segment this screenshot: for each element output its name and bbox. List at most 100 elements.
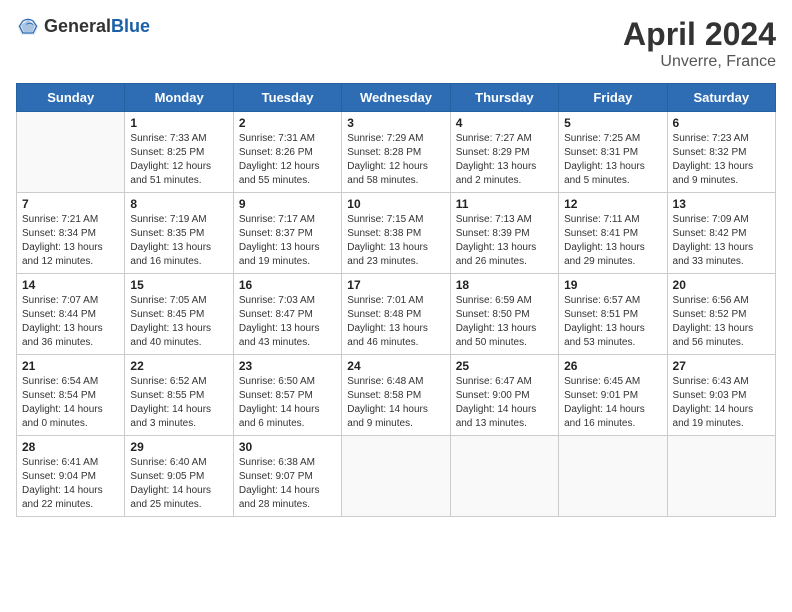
calendar-table: SundayMondayTuesdayWednesdayThursdayFrid… [16, 83, 776, 517]
calendar-day-cell: 17 Sunrise: 7:01 AM Sunset: 8:48 PM Dayli… [342, 274, 450, 355]
day-info: Sunrise: 7:23 AM Sunset: 8:32 PM Dayligh… [673, 132, 770, 188]
calendar-day-cell: 3 Sunrise: 7:29 AM Sunset: 8:28 PM Daylig… [342, 112, 450, 193]
day-info: Sunrise: 6:50 AM Sunset: 8:57 PM Dayligh… [239, 375, 336, 431]
day-info: Sunrise: 6:38 AM Sunset: 9:07 PM Dayligh… [239, 456, 336, 512]
day-info: Sunrise: 6:52 AM Sunset: 8:55 PM Dayligh… [130, 375, 227, 431]
weekday-header-wednesday: Wednesday [342, 84, 450, 112]
day-info: Sunrise: 6:40 AM Sunset: 9:05 PM Dayligh… [130, 456, 227, 512]
day-info: Sunrise: 7:31 AM Sunset: 8:26 PM Dayligh… [239, 132, 336, 188]
day-info: Sunrise: 7:07 AM Sunset: 8:44 PM Dayligh… [22, 294, 119, 350]
weekday-header-tuesday: Tuesday [233, 84, 341, 112]
day-number: 12 [564, 197, 661, 211]
logo-general-text: GeneralBlue [44, 16, 150, 37]
day-info: Sunrise: 7:01 AM Sunset: 8:48 PM Dayligh… [347, 294, 444, 350]
day-info: Sunrise: 7:13 AM Sunset: 8:39 PM Dayligh… [456, 213, 553, 269]
calendar-day-cell: 27Sunrise: 6:43 AM Sunset: 9:03 PM Dayli… [667, 355, 775, 436]
location-title: Unverre, France [623, 53, 776, 71]
calendar-day-cell: 29 Sunrise: 6:40 AM Sunset: 9:05 PM Dayli… [125, 436, 233, 517]
calendar-week-row: 7 Sunrise: 7:21 AM Sunset: 8:34 PM Daylig… [17, 193, 776, 274]
day-info: Sunrise: 7:03 AM Sunset: 8:47 PM Dayligh… [239, 294, 336, 350]
day-info: Sunrise: 6:48 AM Sunset: 8:58 PM Dayligh… [347, 375, 444, 431]
calendar-week-row: 21 Sunrise: 6:54 AM Sunset: 8:54 PM Dayli… [17, 355, 776, 436]
day-info: Sunrise: 6:59 AM Sunset: 8:50 PM Dayligh… [456, 294, 553, 350]
day-number: 29 [130, 440, 227, 454]
calendar-day-cell: 18 Sunrise: 6:59 AM Sunset: 8:50 PM Dayli… [450, 274, 558, 355]
generalblue-logo-icon [16, 17, 40, 37]
day-number: 20 [673, 278, 770, 292]
calendar-day-cell: 5 Sunrise: 7:25 AM Sunset: 8:31 PM Daylig… [559, 112, 667, 193]
calendar-day-cell: 13Sunrise: 7:09 AM Sunset: 8:42 PM Dayli… [667, 193, 775, 274]
calendar-day-cell: 9 Sunrise: 7:17 AM Sunset: 8:37 PM Daylig… [233, 193, 341, 274]
calendar-day-cell [17, 112, 125, 193]
weekday-header-thursday: Thursday [450, 84, 558, 112]
day-number: 21 [22, 359, 119, 373]
day-number: 2 [239, 116, 336, 130]
calendar-week-row: 14 Sunrise: 7:07 AM Sunset: 8:44 PM Dayli… [17, 274, 776, 355]
calendar-day-cell: 15Sunrise: 7:05 AM Sunset: 8:45 PM Dayli… [125, 274, 233, 355]
calendar-day-cell: 22 Sunrise: 6:52 AM Sunset: 8:55 PM Dayli… [125, 355, 233, 436]
day-info: Sunrise: 7:11 AM Sunset: 8:41 PM Dayligh… [564, 213, 661, 269]
calendar-day-cell: 25 Sunrise: 6:47 AM Sunset: 9:00 PM Dayli… [450, 355, 558, 436]
day-number: 27 [673, 359, 770, 373]
day-number: 4 [456, 116, 553, 130]
calendar-day-cell: 16 Sunrise: 7:03 AM Sunset: 8:47 PM Dayli… [233, 274, 341, 355]
day-number: 6 [673, 116, 770, 130]
day-info: Sunrise: 7:21 AM Sunset: 8:34 PM Dayligh… [22, 213, 119, 269]
day-number: 23 [239, 359, 336, 373]
month-title: April 2024 [623, 16, 776, 53]
weekday-header-monday: Monday [125, 84, 233, 112]
calendar-day-cell: 4Sunrise: 7:27 AM Sunset: 8:29 PM Daylig… [450, 112, 558, 193]
calendar-day-cell: 11 Sunrise: 7:13 AM Sunset: 8:39 PM Dayli… [450, 193, 558, 274]
calendar-day-cell: 12 Sunrise: 7:11 AM Sunset: 8:41 PM Dayli… [559, 193, 667, 274]
day-info: Sunrise: 7:19 AM Sunset: 8:35 PM Dayligh… [130, 213, 227, 269]
calendar-day-cell [342, 436, 450, 517]
day-number: 9 [239, 197, 336, 211]
day-info: Sunrise: 7:09 AM Sunset: 8:42 PM Dayligh… [673, 213, 770, 269]
day-number: 26 [564, 359, 661, 373]
day-info: Sunrise: 6:41 AM Sunset: 9:04 PM Dayligh… [22, 456, 119, 512]
calendar-day-cell: 2 Sunrise: 7:31 AM Sunset: 8:26 PM Daylig… [233, 112, 341, 193]
day-number: 22 [130, 359, 227, 373]
calendar-day-cell: 1Sunrise: 7:33 AM Sunset: 8:25 PM Daylig… [125, 112, 233, 193]
calendar-day-cell: 24 Sunrise: 6:48 AM Sunset: 8:58 PM Dayli… [342, 355, 450, 436]
day-info: Sunrise: 6:47 AM Sunset: 9:00 PM Dayligh… [456, 375, 553, 431]
day-info: Sunrise: 6:45 AM Sunset: 9:01 PM Dayligh… [564, 375, 661, 431]
weekday-header-row: SundayMondayTuesdayWednesdayThursdayFrid… [17, 84, 776, 112]
page-header: GeneralBlue April 2024 Unverre, France [16, 16, 776, 71]
day-number: 8 [130, 197, 227, 211]
day-number: 7 [22, 197, 119, 211]
day-number: 14 [22, 278, 119, 292]
day-info: Sunrise: 7:29 AM Sunset: 8:28 PM Dayligh… [347, 132, 444, 188]
day-number: 18 [456, 278, 553, 292]
calendar-day-cell: 21 Sunrise: 6:54 AM Sunset: 8:54 PM Dayli… [17, 355, 125, 436]
day-info: Sunrise: 7:17 AM Sunset: 8:37 PM Dayligh… [239, 213, 336, 269]
calendar-day-cell: 20Sunrise: 6:56 AM Sunset: 8:52 PM Dayli… [667, 274, 775, 355]
day-number: 28 [22, 440, 119, 454]
logo: GeneralBlue [16, 16, 150, 37]
weekday-header-friday: Friday [559, 84, 667, 112]
day-number: 11 [456, 197, 553, 211]
calendar-day-cell [559, 436, 667, 517]
calendar-day-cell: 30 Sunrise: 6:38 AM Sunset: 9:07 PM Dayli… [233, 436, 341, 517]
day-info: Sunrise: 7:25 AM Sunset: 8:31 PM Dayligh… [564, 132, 661, 188]
day-number: 10 [347, 197, 444, 211]
calendar-week-row: 1Sunrise: 7:33 AM Sunset: 8:25 PM Daylig… [17, 112, 776, 193]
calendar-day-cell: 14 Sunrise: 7:07 AM Sunset: 8:44 PM Dayli… [17, 274, 125, 355]
day-number: 17 [347, 278, 444, 292]
calendar-week-row: 28 Sunrise: 6:41 AM Sunset: 9:04 PM Dayli… [17, 436, 776, 517]
calendar-day-cell: 23 Sunrise: 6:50 AM Sunset: 8:57 PM Dayli… [233, 355, 341, 436]
day-number: 16 [239, 278, 336, 292]
day-number: 5 [564, 116, 661, 130]
day-number: 3 [347, 116, 444, 130]
calendar-day-cell: 10 Sunrise: 7:15 AM Sunset: 8:38 PM Dayli… [342, 193, 450, 274]
day-number: 25 [456, 359, 553, 373]
calendar-day-cell [450, 436, 558, 517]
day-info: Sunrise: 7:33 AM Sunset: 8:25 PM Dayligh… [130, 132, 227, 188]
title-section: April 2024 Unverre, France [623, 16, 776, 71]
day-info: Sunrise: 7:15 AM Sunset: 8:38 PM Dayligh… [347, 213, 444, 269]
calendar-day-cell: 8 Sunrise: 7:19 AM Sunset: 8:35 PM Daylig… [125, 193, 233, 274]
day-number: 24 [347, 359, 444, 373]
calendar-day-cell [667, 436, 775, 517]
day-number: 30 [239, 440, 336, 454]
day-info: Sunrise: 6:54 AM Sunset: 8:54 PM Dayligh… [22, 375, 119, 431]
